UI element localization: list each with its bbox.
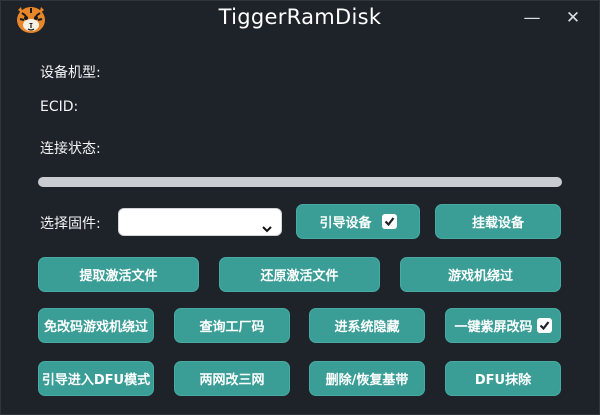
boot-dfu-label: 引导进入DFU模式 (41, 373, 151, 388)
close-button[interactable]: ✕ (562, 7, 584, 29)
firmware-label: 选择固件: (40, 216, 101, 232)
boot-device-label: 引导设备 (319, 216, 372, 231)
no-code-gaming-bypass-label: 免改码游戏机绕过 (43, 320, 148, 335)
title-bar: TiggerRamDisk — ✕ (0, 0, 600, 38)
boot-device-button[interactable]: 引导设备 (296, 204, 420, 239)
restore-activation-label: 还原激活文件 (260, 269, 339, 284)
system-hide-label: 进系统隐藏 (334, 320, 400, 335)
dfu-erase-button[interactable]: DFU抹除 (445, 361, 561, 396)
connection-status-label: 连接状态: (40, 141, 101, 157)
chevron-down-icon (262, 218, 272, 233)
query-factory-code-button[interactable]: 查询工厂码 (174, 308, 290, 343)
minimize-button[interactable]: — (521, 7, 543, 29)
boot-device-checkbox[interactable] (381, 214, 397, 229)
restore-activation-button[interactable]: 还原激活文件 (219, 257, 380, 292)
firmware-select[interactable] (118, 208, 282, 236)
gaming-bypass-button[interactable]: 游戏机绕过 (400, 257, 561, 292)
checkmark-icon (384, 217, 394, 227)
purple-screen-label: 一键紫屏改码 (454, 320, 533, 335)
extract-activation-label: 提取激活文件 (79, 269, 158, 284)
baseband-button[interactable]: 删除/恢复基带 (309, 361, 425, 396)
checkmark-icon (539, 321, 549, 331)
baseband-label: 删除/恢复基带 (325, 373, 409, 388)
no-code-gaming-bypass-button[interactable]: 免改码游戏机绕过 (38, 308, 154, 343)
window-title: TiggerRamDisk (218, 5, 382, 29)
extract-activation-button[interactable]: 提取激活文件 (38, 257, 199, 292)
mount-device-button[interactable]: 挂载设备 (435, 204, 561, 239)
purple-screen-checkbox[interactable] (536, 318, 552, 333)
dfu-erase-label: DFU抹除 (474, 373, 532, 388)
two-to-three-net-button[interactable]: 两网改三网 (174, 361, 290, 396)
two-to-three-net-label: 两网改三网 (199, 373, 265, 388)
query-factory-code-label: 查询工厂码 (199, 320, 265, 335)
purple-screen-button[interactable]: 一键紫屏改码 (445, 308, 561, 343)
system-hide-button[interactable]: 进系统隐藏 (309, 308, 425, 343)
ecid-label: ECID: (40, 99, 79, 115)
boot-dfu-button[interactable]: 引导进入DFU模式 (38, 361, 154, 396)
mount-device-label: 挂载设备 (471, 216, 524, 231)
progress-bar (38, 177, 562, 187)
app-window: TiggerRamDisk — ✕ 设备机型: ECID: 连接状态: 选择固件… (0, 0, 600, 415)
gaming-bypass-label: 游戏机绕过 (447, 269, 513, 284)
device-model-label: 设备机型: (40, 65, 101, 81)
